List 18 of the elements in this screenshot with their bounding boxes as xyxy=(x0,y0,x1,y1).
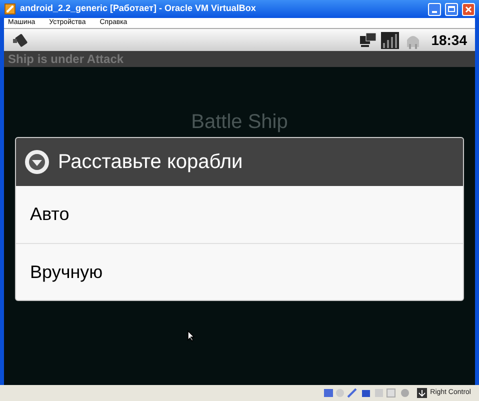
close-button[interactable] xyxy=(462,2,475,16)
keyboard-icon xyxy=(417,388,428,398)
dialog-option[interactable]: Авто xyxy=(16,186,463,243)
mouse-cursor-icon xyxy=(187,330,196,342)
computer-icon xyxy=(359,32,378,48)
clock-time: 18:34 xyxy=(431,30,467,50)
dialog-option[interactable]: Вручную xyxy=(16,243,463,300)
app-heading: Battle Ship xyxy=(191,111,288,133)
maximize-button[interactable] xyxy=(445,2,458,16)
signal-icon xyxy=(381,32,400,48)
dropdown-icon xyxy=(24,149,50,175)
close-icon xyxy=(465,6,472,12)
dialog-title: Расставьте корабли xyxy=(58,150,243,175)
window-title: android_2.2_generic [Работает] - Oracle VM VirtualBox xyxy=(20,2,256,16)
app-title-bar: Ship is under Attack xyxy=(4,51,475,67)
app-icon xyxy=(4,3,16,15)
minimize-button[interactable] xyxy=(428,2,441,16)
phone-icon xyxy=(12,32,28,48)
